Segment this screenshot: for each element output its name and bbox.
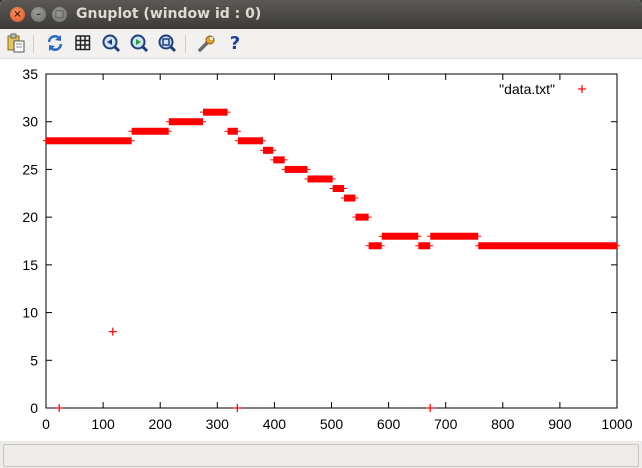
minimize-window-button[interactable]: – — [31, 7, 46, 22]
x-tick-label: 700 — [434, 416, 458, 432]
copy-to-clipboard-button[interactable] — [6, 33, 26, 53]
zoom-next-button[interactable] — [129, 33, 149, 53]
legend-label: "data.txt" — [499, 81, 555, 97]
title-bar: × – □ Gnuplot (window id : 0) — [0, 0, 642, 29]
x-tick-label: 200 — [149, 416, 173, 432]
configure-icon — [198, 35, 215, 52]
zoom-previous-button[interactable] — [101, 33, 121, 53]
y-tick-label: 0 — [30, 400, 38, 416]
replot-button[interactable] — [45, 33, 65, 53]
y-tick-label: 20 — [22, 209, 38, 225]
x-tick-label: 100 — [91, 416, 115, 432]
plot-area[interactable]: 0 100 200 300 400 500 600 700 800 900 1000 0 5 10 15 20… — [0, 59, 642, 441]
y-tick-label: 25 — [22, 161, 38, 177]
status-bar — [0, 441, 642, 468]
replot-icon — [47, 35, 63, 51]
maximize-window-button[interactable]: □ — [52, 7, 67, 22]
x-tick-label: 1000 — [601, 416, 632, 432]
window-title: Gnuplot (window id : 0) — [76, 6, 262, 22]
grid-button[interactable] — [73, 33, 93, 53]
x-tick-label: 400 — [263, 416, 287, 432]
zoom-next-icon — [130, 34, 149, 53]
y-tick-label: 30 — [22, 114, 38, 130]
toolbar-separator — [33, 35, 34, 53]
zoom-previous-icon — [102, 34, 121, 53]
help-icon: ? — [229, 32, 241, 54]
x-tick-label: 800 — [491, 416, 515, 432]
x-tick-label: 0 — [42, 416, 50, 432]
x-tick-label: 500 — [320, 416, 344, 432]
x-tick-label: 300 — [206, 416, 230, 432]
y-tick-label: 5 — [30, 352, 38, 368]
gnuplot-window: × – □ Gnuplot (window id : 0) ? 0 100 20… — [0, 0, 642, 468]
toolbar-separator — [185, 35, 186, 53]
close-icon: × — [13, 9, 22, 20]
autoscale-button[interactable] — [157, 33, 177, 53]
maximize-icon: □ — [54, 9, 65, 20]
help-button[interactable]: ? — [225, 32, 245, 54]
y-tick-label: 10 — [22, 305, 38, 321]
x-tick-label: 900 — [548, 416, 572, 432]
y-tick-label: 15 — [22, 257, 38, 273]
autoscale-icon — [158, 34, 177, 53]
plot-frame — [45, 73, 618, 409]
status-text — [3, 444, 639, 467]
grid-icon — [75, 35, 91, 51]
chart-svg: 0 100 200 300 400 500 600 700 800 900 1000 0 5 10 15 20… — [22, 66, 632, 432]
y-tick-label: 35 — [22, 66, 38, 82]
close-window-button[interactable]: × — [10, 7, 25, 22]
copy-to-clipboard-icon — [7, 33, 25, 53]
x-tick-label: 600 — [377, 416, 401, 432]
configure-button[interactable] — [197, 33, 217, 53]
toolbar: ? — [0, 29, 642, 59]
minimize-icon: – — [36, 9, 41, 20]
